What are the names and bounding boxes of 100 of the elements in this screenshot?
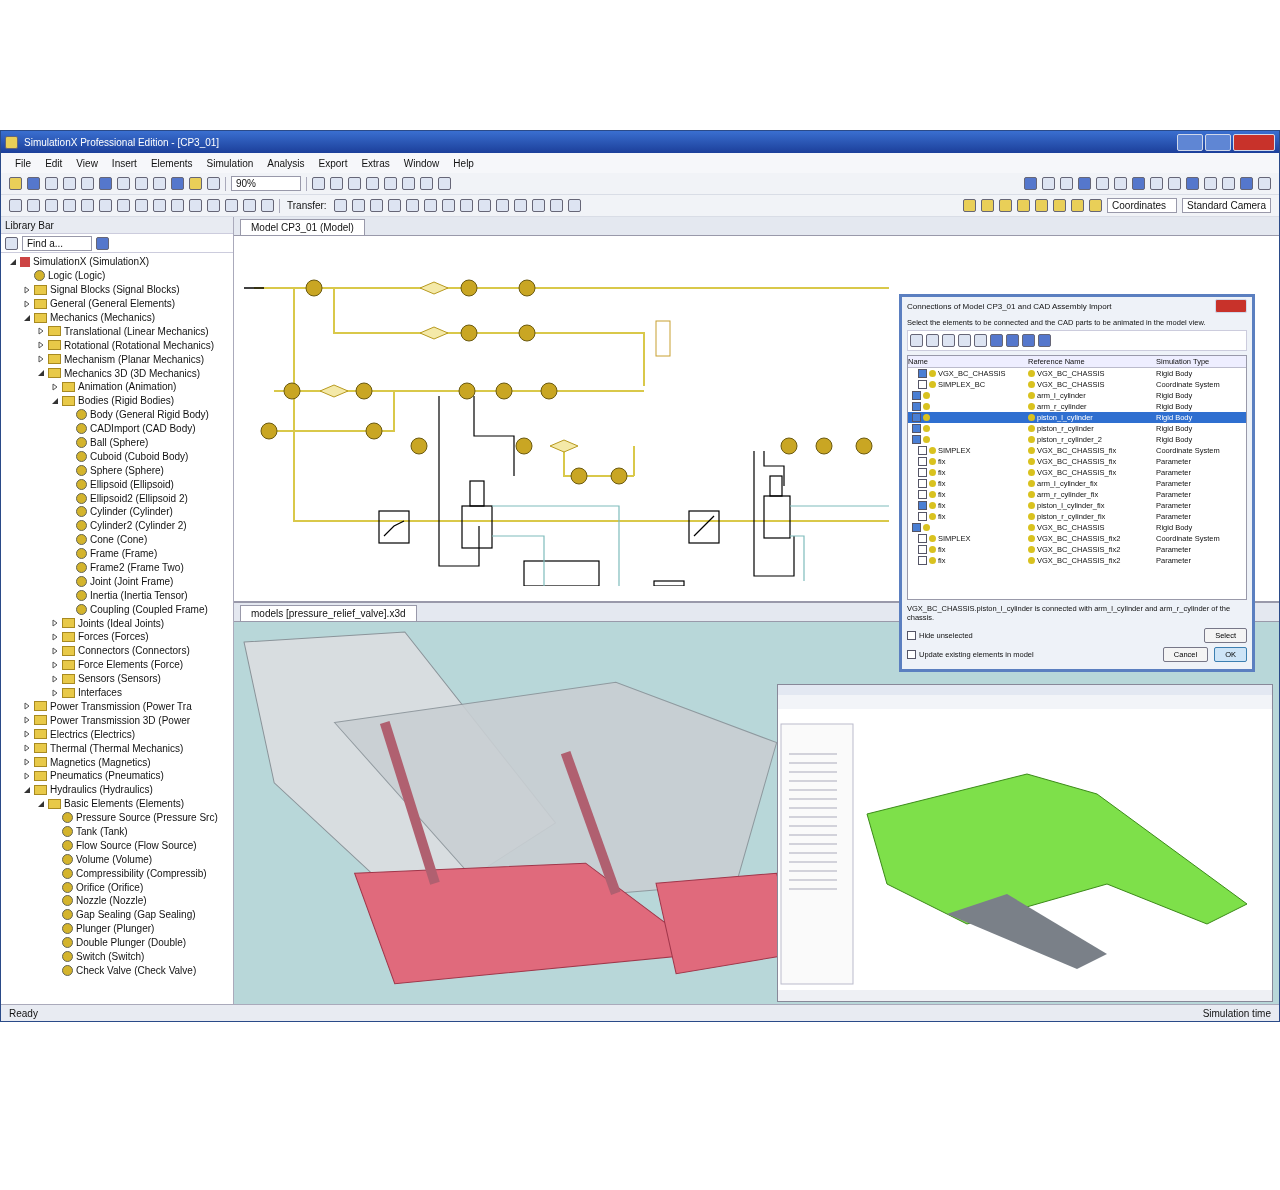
maximize-button[interactable]	[1205, 133, 1231, 151]
tree-item[interactable]: Sphere (Sphere)	[90, 464, 164, 476]
collapse-icon[interactable]	[37, 369, 45, 378]
tree-item[interactable]: Frame2 (Frame Two)	[90, 562, 184, 574]
tree-item[interactable]: Translational (Linear Mechanics)	[64, 325, 209, 337]
tree-item[interactable]: Check Valve (Check Valve)	[76, 964, 197, 976]
menu-item[interactable]: Analysis	[267, 157, 305, 169]
toolbar-icon[interactable]	[958, 334, 971, 347]
checkbox[interactable]	[918, 468, 927, 477]
zoom-field[interactable]: 90%	[231, 176, 301, 191]
checkbox[interactable]	[907, 631, 916, 640]
toolbar-icon[interactable]	[243, 199, 256, 212]
toolbar-icon[interactable]	[261, 199, 274, 212]
toolbar-icon[interactable]	[423, 199, 437, 212]
toolbar-icon[interactable]	[567, 199, 581, 212]
checkbox[interactable]	[918, 512, 927, 521]
checkbox[interactable]	[918, 545, 927, 554]
tree-item[interactable]: General (General Elements)	[50, 298, 176, 310]
toolbar-icon[interactable]	[1038, 334, 1051, 347]
toolbar-icon[interactable]	[402, 177, 415, 190]
toolbar-icon[interactable]	[63, 177, 76, 190]
toolbar-icon[interactable]	[81, 199, 94, 212]
expand-icon[interactable]	[23, 299, 31, 308]
expand-icon[interactable]	[51, 619, 59, 628]
toolbar-icon[interactable]	[531, 199, 545, 212]
checkbox[interactable]	[907, 650, 916, 659]
toolbar-icon[interactable]	[1150, 177, 1163, 190]
toolbar-icon[interactable]	[225, 199, 238, 212]
tree-item[interactable]: Cylinder2 (Cylinder 2)	[90, 520, 187, 532]
menu-item[interactable]: Window	[403, 157, 440, 169]
toolbar-icon[interactable]	[45, 177, 58, 190]
tree-item[interactable]: Bodies (Rigid Bodies)	[78, 395, 175, 407]
checkbox[interactable]	[912, 413, 921, 422]
tree-item[interactable]: Gap Sealing (Gap Sealing)	[76, 909, 196, 921]
toolbar-icon[interactable]	[1035, 199, 1049, 212]
collapse-icon[interactable]	[23, 785, 31, 794]
expand-icon[interactable]	[37, 327, 45, 336]
toolbar-icon[interactable]	[990, 334, 1003, 347]
close-button[interactable]	[1233, 133, 1275, 151]
toolbar-icon[interactable]	[438, 177, 451, 190]
tree-item[interactable]: Rotational (Rotational Mechanics)	[64, 339, 215, 351]
toolbar-icon[interactable]	[207, 177, 220, 190]
toolbar-icon[interactable]	[999, 199, 1013, 212]
expand-icon[interactable]	[23, 744, 31, 753]
tree-item[interactable]: Mechanics 3D (3D Mechanics)	[64, 367, 201, 379]
toolbar-icon[interactable]	[477, 199, 491, 212]
expand-icon[interactable]	[37, 355, 45, 364]
checkbox[interactable]	[912, 424, 921, 433]
toolbar-icon[interactable]	[135, 177, 148, 190]
checkbox[interactable]	[918, 446, 927, 455]
toolbar-icon[interactable]	[99, 177, 112, 190]
menu-item[interactable]: Extras	[361, 157, 390, 169]
checkbox[interactable]	[918, 457, 927, 466]
toolbar-icon[interactable]	[96, 236, 109, 250]
toolbar-icon[interactable]	[63, 199, 76, 212]
toolbar-icon[interactable]	[1053, 199, 1067, 212]
checkbox[interactable]	[918, 369, 927, 378]
tree-item[interactable]: Joint (Joint Frame)	[90, 575, 174, 587]
tree-item[interactable]: Logic (Logic)	[48, 270, 106, 282]
document-tab[interactable]: Model CP3_01 (Model)	[240, 218, 365, 235]
tree-item[interactable]: Power Transmission (Power Tra	[50, 700, 192, 712]
toolbar-icon[interactable]	[1132, 177, 1145, 190]
tree-item[interactable]: Pneumatics (Pneumatics)	[50, 770, 164, 782]
tree-item[interactable]: CADImport (CAD Body)	[90, 423, 196, 435]
toolbar-icon[interactable]	[1240, 177, 1253, 190]
coordinates-dropdown[interactable]: Coordinates	[1107, 198, 1178, 213]
toolbar-icon[interactable]	[99, 199, 112, 212]
toolbar-icon[interactable]	[1042, 177, 1055, 190]
toolbar-icon[interactable]	[495, 199, 509, 212]
tree-item[interactable]: Flow Source (Flow Source)	[76, 839, 197, 851]
toolbar-icon[interactable]	[153, 177, 166, 190]
toolbar-icon[interactable]	[45, 199, 58, 212]
camera-dropdown[interactable]: Standard Camera	[1182, 198, 1271, 213]
toolbar-icon[interactable]	[1071, 199, 1085, 212]
tree-item[interactable]: Magnetics (Magnetics)	[50, 756, 151, 768]
toolbar-icon[interactable]	[117, 199, 130, 212]
toolbar-icon[interactable]	[963, 199, 977, 212]
document-tab[interactable]: models [pressure_relief_valve].x3d	[240, 605, 417, 622]
toolbar-icon[interactable]	[1017, 199, 1031, 212]
tree-item[interactable]: Inertia (Inertia Tensor)	[90, 589, 188, 601]
toolbar-icon[interactable]	[333, 199, 347, 212]
checkbox[interactable]	[912, 391, 921, 400]
expand-icon[interactable]	[23, 702, 31, 711]
tree-item[interactable]: Power Transmission 3D (Power	[50, 714, 191, 726]
collapse-icon[interactable]	[9, 257, 17, 266]
toolbar-icon[interactable]	[1096, 177, 1109, 190]
collapse-icon[interactable]	[23, 313, 31, 322]
tree-item[interactable]: Compressibility (Compressib)	[76, 867, 207, 879]
tree-item[interactable]: Frame (Frame)	[90, 548, 158, 560]
expand-icon[interactable]	[51, 674, 59, 683]
toolbar-icon[interactable]	[459, 199, 473, 212]
tree-item[interactable]: Force Elements (Force)	[78, 659, 184, 671]
toolbar-icon[interactable]	[351, 199, 365, 212]
tree-item[interactable]: Ellipsoid2 (Ellipsoid 2)	[90, 492, 188, 504]
expand-icon[interactable]	[23, 730, 31, 739]
toolbar-icon[interactable]	[189, 199, 202, 212]
toolbar-icon[interactable]	[513, 199, 527, 212]
toolbar-icon[interactable]	[153, 199, 166, 212]
expand-icon[interactable]	[23, 716, 31, 725]
tree-item[interactable]: Orifice (Orifice)	[76, 881, 144, 893]
